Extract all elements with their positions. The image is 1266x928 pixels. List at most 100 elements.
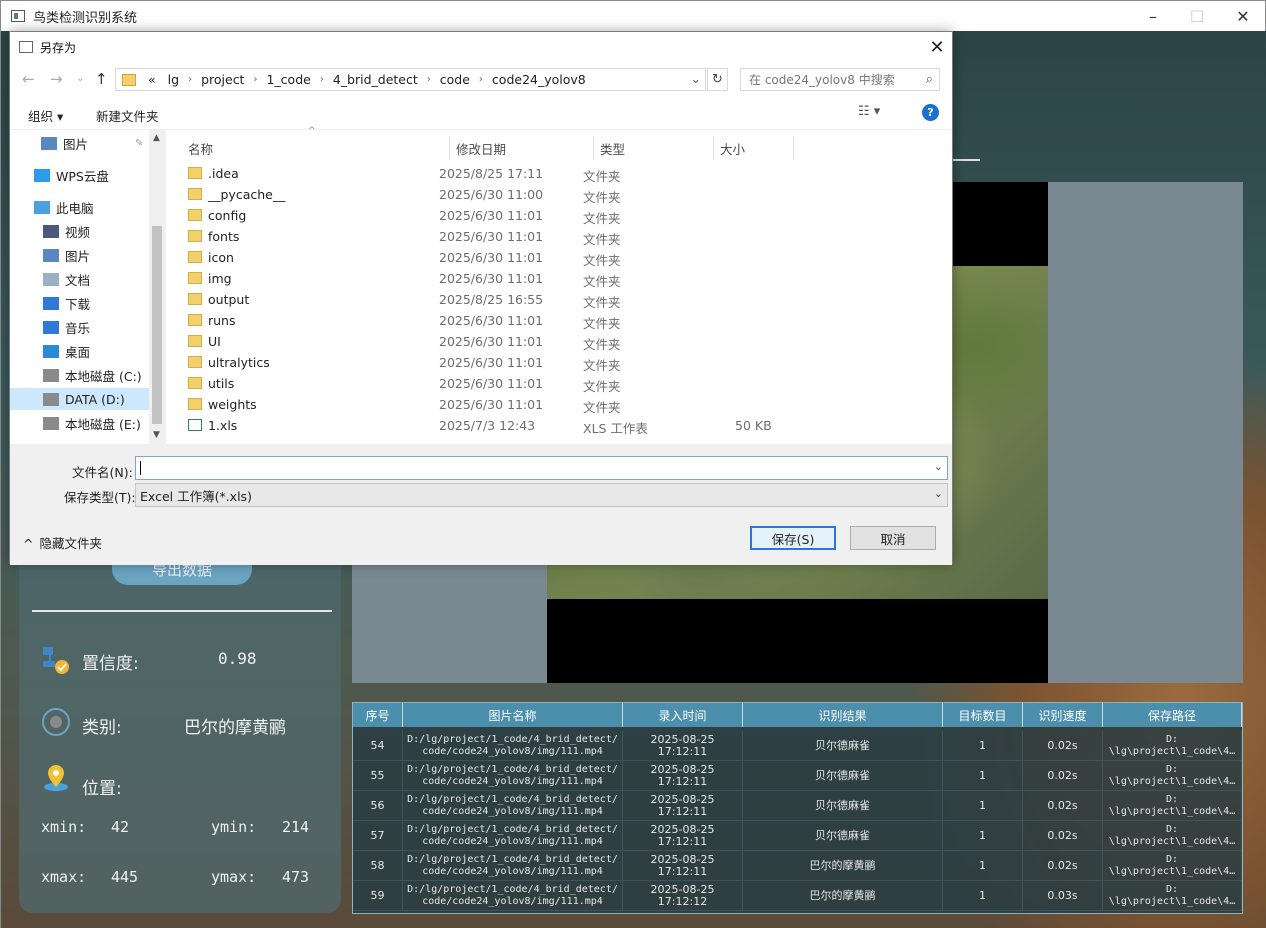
nav-item[interactable]: 下载 [10,292,149,314]
table-header-cell[interactable]: 录入时间 [623,703,743,727]
cell-count[interactable]: 1 [943,761,1023,791]
cell-image-name[interactable]: D:/lg/project/1_code/4_brid_detect/code/… [403,731,623,761]
column-modified[interactable]: 修改日期 [450,136,594,160]
cell-id[interactable]: 55 [353,761,403,791]
file-row[interactable]: UI 2025/6/30 11:01 文件夹 [184,331,944,352]
address-bar[interactable]: « lg › project › 1_code › 4_brid_detect › code › co… [115,68,706,91]
nav-item[interactable]: DATA (D:) [10,388,149,410]
file-row[interactable]: icon 2025/6/30 11:01 文件夹 [184,247,944,268]
nav-item[interactable]: 图片 ✎ [10,132,149,154]
cell-result[interactable]: 贝尔德麻雀 [743,821,943,851]
cell-id[interactable]: 58 [353,851,403,881]
cell-save-path[interactable]: D: \lg\project\1_code\4… [1103,821,1242,851]
cell-time[interactable]: 2025-08-25 17:12:11 [623,821,743,851]
table-header-cell[interactable]: 保存路径 [1103,703,1242,727]
cell-result[interactable]: 贝尔德麻雀 [743,731,943,761]
nav-item[interactable]: 桌面 [10,340,149,362]
cell-time[interactable]: 2025-08-25 17:12:11 [623,731,743,761]
maximize-icon[interactable]: ☐ [1174,1,1220,31]
file-row[interactable]: fonts 2025/6/30 11:01 文件夹 [184,226,944,247]
hide-folders-toggle[interactable]: ^ 隐藏文件夹 [23,533,102,552]
table-header-cell[interactable]: 识别速度 [1023,703,1103,727]
cell-result[interactable]: 巴尔的摩黄鹂 [743,881,943,911]
forward-arrow-icon[interactable]: → [50,70,63,88]
cell-speed[interactable]: 0.02s [1023,821,1103,851]
column-size[interactable]: 大小 [714,136,794,160]
breadcrumb-item[interactable]: 1_code [266,72,310,87]
up-arrow-icon[interactable]: ↑ [95,70,108,88]
nav-scrollbar-thumb[interactable] [152,226,162,424]
cell-result[interactable]: 贝尔德麻雀 [743,791,943,821]
cell-image-name[interactable]: D:/lg/project/1_code/4_brid_detect/code/… [403,851,623,881]
save-button[interactable]: 保存(S) [750,526,836,550]
nav-item[interactable]: 本地磁盘 (C:) [10,364,149,386]
cell-speed[interactable]: 0.02s [1023,851,1103,881]
cell-count[interactable]: 1 [943,881,1023,911]
nav-item[interactable]: 视频 [10,220,149,242]
cell-id[interactable]: 54 [353,731,403,761]
column-name[interactable]: 名称 [182,136,450,160]
cell-result[interactable]: 贝尔德麻雀 [743,761,943,791]
file-row[interactable]: img 2025/6/30 11:01 文件夹 [184,268,944,289]
breadcrumb-item[interactable]: « [148,72,156,87]
chevron-down-icon[interactable]: ⌄ [934,487,943,500]
minimize-icon[interactable]: – [1130,1,1176,31]
column-type[interactable]: 类型 [594,136,714,160]
breadcrumb-item[interactable]: lg [168,72,179,87]
cell-save-path[interactable]: D: \lg\project\1_code\4… [1103,881,1242,911]
cell-save-path[interactable]: D: \lg\project\1_code\4… [1103,851,1242,881]
dialog-close-icon[interactable]: ✕ [922,32,952,62]
cell-time[interactable]: 2025-08-25 17:12:11 [623,791,743,821]
table-header-cell[interactable]: 识别结果 [743,703,943,727]
file-row[interactable]: ultralytics 2025/6/30 11:01 文件夹 [184,352,944,373]
cell-image-name[interactable]: D:/lg/project/1_code/4_brid_detect/code/… [403,821,623,851]
view-options-icon[interactable]: ☷ ▾ [858,104,880,119]
cell-count[interactable]: 1 [943,791,1023,821]
file-row[interactable]: output 2025/8/25 16:55 文件夹 [184,289,944,310]
breadcrumb-item[interactable]: code [440,72,470,87]
cell-image-name[interactable]: D:/lg/project/1_code/4_brid_detect/code/… [403,791,623,821]
breadcrumb-item[interactable]: code24_yolov8 [492,72,586,87]
address-dropdown-icon[interactable]: ⌄ [691,71,701,86]
nav-item[interactable]: 此电脑 [10,196,149,218]
cell-image-name[interactable]: D:/lg/project/1_code/4_brid_detect/code/… [403,881,623,911]
cancel-button[interactable]: 取消 [850,526,936,550]
cell-count[interactable]: 1 [943,821,1023,851]
chevron-down-icon[interactable]: ⌄ [934,460,943,473]
scroll-down-icon[interactable]: ▼ [153,430,160,440]
filename-input[interactable]: ⌄ [135,456,948,480]
cell-time[interactable]: 2025-08-25 17:12:11 [623,851,743,881]
table-header-cell[interactable]: 序号 [353,703,403,727]
breadcrumb-item[interactable]: project [201,72,244,87]
new-folder-button[interactable]: 新建文件夹 [96,106,159,125]
nav-item[interactable]: WPS云盘 [10,164,149,186]
search-input[interactable]: 在 code24_yolov8 中搜索 ⌕ [740,68,940,91]
file-row[interactable]: utils 2025/6/30 11:01 文件夹 [184,373,944,394]
file-row[interactable]: 1.xls 2025/7/3 12:43 XLS 工作表 50 KB [184,415,944,436]
cell-count[interactable]: 1 [943,851,1023,881]
back-arrow-icon[interactable]: ← [22,70,35,88]
recent-dropdown-icon[interactable]: ⌄ [76,73,84,84]
cell-save-path[interactable]: D: \lg\project\1_code\4… [1103,761,1242,791]
filetype-select[interactable]: Excel 工作簿(*.xls) ⌄ [135,483,948,507]
cell-save-path[interactable]: D: \lg\project\1_code\4… [1103,791,1242,821]
cell-time[interactable]: 2025-08-25 17:12:12 [623,881,743,911]
file-row[interactable]: .idea 2025/8/25 17:11 文件夹 [184,163,944,184]
cell-id[interactable]: 56 [353,791,403,821]
cell-result[interactable]: 巴尔的摩黄鹂 [743,851,943,881]
cell-time[interactable]: 2025-08-25 17:12:11 [623,761,743,791]
file-row[interactable]: config 2025/6/30 11:01 文件夹 [184,205,944,226]
nav-item[interactable]: 图片 [10,244,149,266]
cell-image-name[interactable]: D:/lg/project/1_code/4_brid_detect/code/… [403,761,623,791]
cell-id[interactable]: 59 [353,881,403,911]
table-header-cell[interactable]: 图片名称 [403,703,623,727]
nav-item[interactable]: 音乐 [10,316,149,338]
cell-speed[interactable]: 0.02s [1023,791,1103,821]
nav-item[interactable]: 文档 [10,268,149,290]
file-row[interactable]: __pycache__ 2025/6/30 11:00 文件夹 [184,184,944,205]
breadcrumb-item[interactable]: 4_brid_detect [333,72,418,87]
cell-speed[interactable]: 0.03s [1023,881,1103,911]
refresh-icon[interactable]: ↻ [707,68,728,91]
nav-item[interactable]: 本地磁盘 (E:) [10,412,149,434]
table-header-cell[interactable]: 目标数目 [943,703,1023,727]
